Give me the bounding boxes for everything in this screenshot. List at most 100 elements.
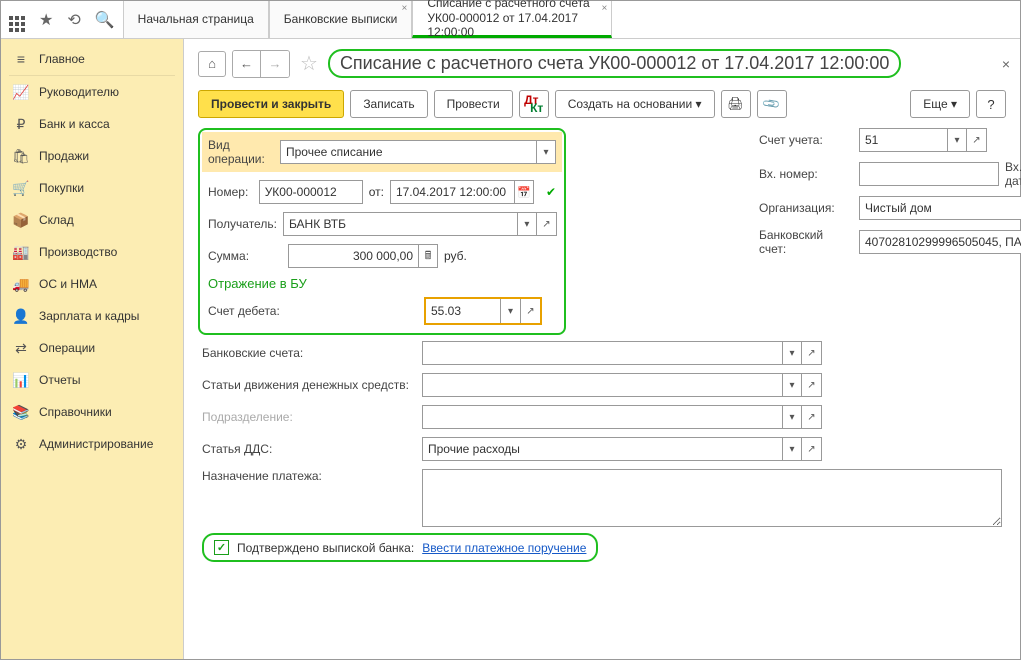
dropdown-icon[interactable]: ▾: [536, 140, 556, 164]
dtkt-button[interactable]: ДтКт: [519, 90, 549, 118]
confirmed-checkbox-row: ✓ Подтверждено выпиской банка: Ввести пл…: [202, 533, 598, 562]
date-input[interactable]: [390, 180, 514, 204]
post-close-button[interactable]: Провести и закрыть: [198, 90, 344, 118]
sidebar-item-bank[interactable]: ₽Банк и касса: [1, 108, 183, 140]
sum-label: Сумма:: [208, 249, 282, 263]
history-icon[interactable]: ⟲: [67, 10, 80, 30]
menu-icon: ≡: [13, 51, 29, 67]
debit-label: Счет дебета:: [208, 304, 418, 318]
post-button[interactable]: Провести: [434, 90, 513, 118]
dds-input[interactable]: [422, 437, 782, 461]
tab-start[interactable]: Начальная страница: [123, 1, 269, 38]
confirmed-checkbox[interactable]: ✓: [214, 540, 229, 555]
department-input[interactable]: [422, 405, 782, 429]
sidebar-item-sales[interactable]: 🛍Продажи: [1, 140, 183, 172]
sidebar-item-manager[interactable]: 📈Руководителю: [1, 76, 183, 108]
sum-input[interactable]: [288, 244, 418, 268]
number-input[interactable]: [259, 180, 363, 204]
section-title: Отражение в БУ: [208, 276, 556, 291]
attach-button[interactable]: 📎: [757, 90, 787, 118]
create-on-button[interactable]: Создать на основании ▾: [555, 90, 715, 118]
book-icon: 📚: [13, 404, 29, 420]
payee-label: Получатель:: [208, 217, 277, 231]
dds-label: Статья ДДС:: [202, 442, 416, 456]
sidebar-item-prod[interactable]: 🏭Производство: [1, 236, 183, 268]
debit-input[interactable]: [426, 299, 500, 323]
open-icon[interactable]: ↗: [967, 128, 987, 152]
department-label: Подразделение:: [202, 410, 416, 424]
close-button[interactable]: ×: [1002, 56, 1010, 72]
ruble-icon: ₽: [13, 116, 29, 132]
sidebar-item-os[interactable]: 🚚ОС и НМА: [1, 268, 183, 300]
in-number-input[interactable]: [859, 162, 999, 186]
calc-icon[interactable]: 🖩: [418, 244, 438, 268]
top-toolbar: ★ ⟲ 🔍 Начальная страница Банковские выпи…: [1, 1, 1020, 39]
in-date-label: Вх. дата:: [1005, 160, 1021, 188]
chevron-down-icon: ▾: [951, 97, 957, 111]
dropdown-icon[interactable]: ▾: [517, 212, 537, 236]
sidebar-item-ops[interactable]: ⇄Операции: [1, 332, 183, 364]
report-icon: 📊: [13, 372, 29, 388]
dropdown-icon[interactable]: ▾: [782, 405, 802, 429]
sidebar-item-reports[interactable]: 📊Отчеты: [1, 364, 183, 396]
gear-icon: ⚙: [13, 436, 29, 452]
org-input[interactable]: [859, 196, 1021, 220]
tab-writeoff[interactable]: Списание с расчетного счета УК00-000012 …: [412, 1, 612, 38]
tab-bank-statements[interactable]: Банковские выписки×: [269, 1, 413, 38]
highlight-main: Вид операции: ▾ Номер: от: 📅 ✔ Получател…: [198, 128, 566, 335]
calendar-icon[interactable]: 📅: [514, 180, 534, 204]
dropdown-icon[interactable]: ▾: [782, 341, 802, 365]
open-icon[interactable]: ↗: [802, 405, 822, 429]
sidebar-item-purchases[interactable]: 🛒Покупки: [1, 172, 183, 204]
payee-input[interactable]: [283, 212, 517, 236]
sidebar-item-hr[interactable]: 👤Зарплата и кадры: [1, 300, 183, 332]
more-button[interactable]: Еще ▾: [910, 90, 970, 118]
sidebar-item-stock[interactable]: 📦Склад: [1, 204, 183, 236]
dropdown-icon[interactable]: ▾: [782, 373, 802, 397]
forward-button[interactable]: →: [261, 51, 289, 77]
box-icon: 📦: [13, 212, 29, 228]
dropdown-icon[interactable]: ▾: [500, 299, 520, 323]
dropdown-icon[interactable]: ▾: [782, 437, 802, 461]
cart-icon: 🛒: [13, 180, 29, 196]
bank-accounts-input[interactable]: [422, 341, 782, 365]
open-icon[interactable]: ↗: [520, 299, 540, 323]
sidebar-item-main[interactable]: ≡Главное: [1, 43, 183, 75]
write-button[interactable]: Записать: [350, 90, 427, 118]
payment-order-link[interactable]: Ввести платежное поручение: [422, 541, 586, 555]
print-button[interactable]: 🖨: [721, 90, 751, 118]
open-icon[interactable]: ↗: [537, 212, 557, 236]
in-number-label: Вх. номер:: [759, 167, 853, 181]
cashflow-input[interactable]: [422, 373, 782, 397]
bank-account-input[interactable]: [859, 230, 1021, 254]
ops-icon: ⇄: [13, 340, 29, 356]
dropdown-icon[interactable]: ▾: [947, 128, 967, 152]
search-icon[interactable]: 🔍: [95, 10, 115, 30]
star-icon[interactable]: ★: [39, 10, 53, 30]
home-button[interactable]: ⌂: [198, 51, 226, 77]
open-icon[interactable]: ↗: [802, 341, 822, 365]
close-icon[interactable]: ×: [402, 3, 408, 15]
purpose-label: Назначение платежа:: [202, 469, 416, 483]
close-icon[interactable]: ×: [602, 3, 608, 15]
posted-icon: ✔: [546, 185, 556, 199]
factory-icon: 🏭: [13, 244, 29, 260]
favorite-icon[interactable]: ☆: [300, 51, 318, 76]
currency-label: руб.: [444, 249, 467, 263]
open-icon[interactable]: ↗: [802, 373, 822, 397]
from-label: от:: [369, 185, 384, 199]
back-button[interactable]: ←: [233, 51, 261, 77]
operation-input[interactable]: [280, 140, 536, 164]
purpose-input[interactable]: [422, 469, 1002, 527]
chart-icon: 📈: [13, 84, 29, 100]
sidebar-item-refs[interactable]: 📚Справочники: [1, 396, 183, 428]
confirmed-label: Подтверждено выпиской банка:: [237, 541, 414, 555]
account-label: Счет учета:: [759, 133, 853, 147]
open-icon[interactable]: ↗: [802, 437, 822, 461]
org-label: Организация:: [759, 201, 853, 215]
account-input[interactable]: [859, 128, 947, 152]
help-button[interactable]: ?: [976, 90, 1006, 118]
apps-icon[interactable]: [9, 7, 25, 32]
sidebar: ≡Главное 📈Руководителю ₽Банк и касса 🛍Пр…: [1, 39, 184, 659]
sidebar-item-admin[interactable]: ⚙Администрирование: [1, 428, 183, 460]
